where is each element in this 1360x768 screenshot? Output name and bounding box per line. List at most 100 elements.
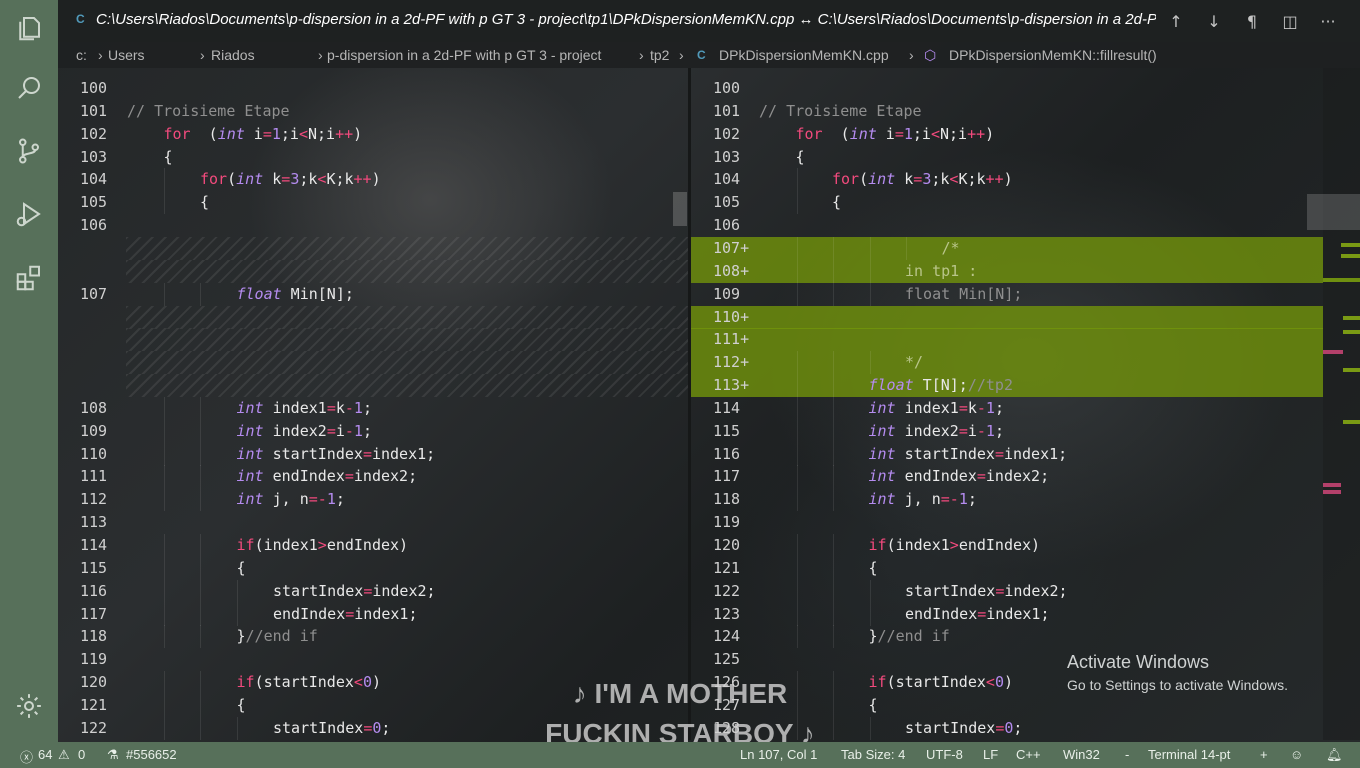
code-line[interactable]: 114 if(index1>endIndex) [58,534,688,557]
more-icon[interactable]: ··· [1317,11,1339,31]
code-text: int j, n=-1; [868,490,977,509]
explorer-icon[interactable] [13,12,45,44]
feedback-icon[interactable]: ☺ [1290,747,1303,762]
code-line[interactable]: 102 for (int i=1;i<N;i++) [691,123,1323,146]
extensions-icon[interactable] [13,262,45,294]
search-icon[interactable] [13,72,45,104]
code-line[interactable]: 115 int index2=i-1; [691,419,1323,443]
source-control-icon[interactable] [13,135,45,167]
editor-tab[interactable]: C C:\Users\Riados\Documents\p-dispersion… [58,0,1360,42]
zoom-in-button[interactable]: + [1260,747,1268,762]
breadcrumb-item[interactable]: p-dispersion in a 2d-PF with p GT 3 - pr… [327,47,601,63]
code-line[interactable]: 113+ float T[N];//tp2 [691,374,1323,398]
color-value[interactable]: #556652 [126,747,177,762]
code-line[interactable]: 124}//end if [691,625,1323,649]
run-debug-icon[interactable] [13,198,45,230]
watermark-subtitle: Go to Settings to activate Windows. [1067,677,1288,693]
scrollbar-thumb[interactable] [673,192,687,226]
encoding[interactable]: UTF-8 [926,747,963,762]
code-line[interactable]: 115 { [58,556,688,580]
breadcrumb-item[interactable]: c: [76,47,87,63]
code-line[interactable]: 117 endIndex=index1; [58,602,688,626]
code-line[interactable]: 121 { [691,556,1323,580]
code-line[interactable]: 118}//end if [58,625,688,649]
code-line[interactable] [58,374,688,398]
line-number: 103 [713,147,741,166]
code-line[interactable]: 107 float Min[N]; [58,282,688,306]
diff-placeholder [126,259,688,283]
code-line[interactable]: 112+ */ [691,351,1323,375]
code-line[interactable]: 119 [691,511,1323,534]
split-editor-icon[interactable]: ◫ [1279,11,1301,31]
code-line[interactable]: 118 int j, n=-1; [691,488,1323,512]
errors-icon[interactable]: ⓧ [20,747,33,766]
code-line[interactable]: 117 int endIndex=index2; [691,465,1323,489]
code-line[interactable]: 111+ [691,328,1323,352]
cpp-configuration[interactable]: Win32 [1063,747,1100,762]
code-line[interactable]: 108+ in tp1 : [691,259,1323,283]
code-line[interactable]: 105 { [58,191,688,215]
warning-icon[interactable]: ⚠ [58,747,70,763]
overview-ruler[interactable] [1323,68,1360,740]
code-line[interactable]: 106 [691,214,1323,237]
minimap-slider[interactable] [1307,194,1360,230]
code-line[interactable] [58,351,688,375]
code-line[interactable]: 123 endIndex=index1; [691,602,1323,626]
code-line[interactable]: 120 if(index1>endIndex) [691,534,1323,557]
arrow-up-icon[interactable]: ↑ [1165,11,1187,31]
code-line[interactable]: 114 int index1=k-1; [691,396,1323,420]
code-line[interactable]: 103 { [691,146,1323,169]
code-line[interactable]: 108 int index1=k-1; [58,396,688,420]
code-line[interactable]: 119 [58,648,688,671]
code-line[interactable]: 101 // Troisieme Etape [58,100,688,123]
code-line[interactable]: 105 { [691,191,1323,215]
breadcrumb-item[interactable]: tp2 [650,47,669,63]
warning-count[interactable]: 0 [78,747,85,762]
code-line[interactable] [58,259,688,283]
breadcrumb-item[interactable]: Users [108,47,145,63]
code-line[interactable] [58,305,688,329]
code-line[interactable]: 101 // Troisieme Etape [691,100,1323,123]
code-line[interactable]: 122 startIndex=index2; [691,579,1323,603]
code-line[interactable]: 103 { [58,146,688,169]
code-line[interactable]: 116 int startIndex=index1; [691,442,1323,466]
breadcrumb-item[interactable]: DPkDispersionMemKN::fillresult() [949,47,1157,63]
tab-size[interactable]: Tab Size: 4 [841,747,905,762]
code-line[interactable] [58,236,688,260]
code-line[interactable]: 111 int endIndex=index2; [58,465,688,489]
diff-original-pane[interactable]: 100 101 // Troisieme Etape 102 for (int i=1;… [58,68,688,740]
code-line[interactable]: 104 for(int k=3;k<K;k++) [58,168,688,192]
diff-title: C:\Users\Riados\Documents\p-dispersion i… [96,11,1156,28]
diff-modified-pane[interactable]: 100 101 // Troisieme Etape 102 for (int i=1;… [691,68,1323,740]
code-line[interactable]: 100 [691,77,1323,100]
code-line[interactable]: 116 startIndex=index2; [58,579,688,603]
code-line[interactable]: 110 int startIndex=index1; [58,442,688,466]
settings-gear-icon[interactable] [13,690,45,722]
code-line[interactable] [58,328,688,352]
code-text: float Min[N]; [905,284,1023,303]
code-line[interactable]: 106 [58,214,688,237]
terminal-font-size[interactable]: Terminal 14-pt [1148,747,1230,762]
code-line[interactable]: 102 for (int i=1;i<N;i++) [58,123,688,146]
code-line[interactable]: 109 int index2=i-1; [58,419,688,443]
cursor-position[interactable]: Ln 107, Col 1 [740,747,817,762]
code-line[interactable]: 110+ [691,305,1323,329]
breadcrumb-item[interactable]: DPkDispersionMemKN.cpp [719,47,889,63]
code-line[interactable]: 113 [58,511,688,534]
language-mode[interactable]: C++ [1016,747,1041,762]
code-line[interactable]: 100 [58,77,688,100]
pilcrow-icon[interactable]: ¶ [1241,11,1263,31]
arrow-down-icon[interactable]: ↓ [1203,11,1225,31]
line-number: 106 [80,216,108,235]
error-count[interactable]: 64 [38,747,52,762]
code-line[interactable]: 107+ /* [691,236,1323,260]
code-text: float Min[N]; [236,284,354,303]
code-line[interactable]: 104 for(int k=3;k<K;k++) [691,168,1323,192]
end-of-line[interactable]: LF [983,747,998,762]
breadcrumb: c: › Users › Riados › p-dispersion in a … [58,42,1360,68]
notifications-bell-icon[interactable]: 🔔︎ [1326,747,1343,763]
code-line[interactable]: 112 int j, n=-1; [58,488,688,512]
code-line[interactable]: 109 float Min[N]; [691,282,1323,306]
breadcrumb-item[interactable]: Riados [211,47,255,63]
color-picker-icon[interactable]: ⚗ [107,747,119,763]
